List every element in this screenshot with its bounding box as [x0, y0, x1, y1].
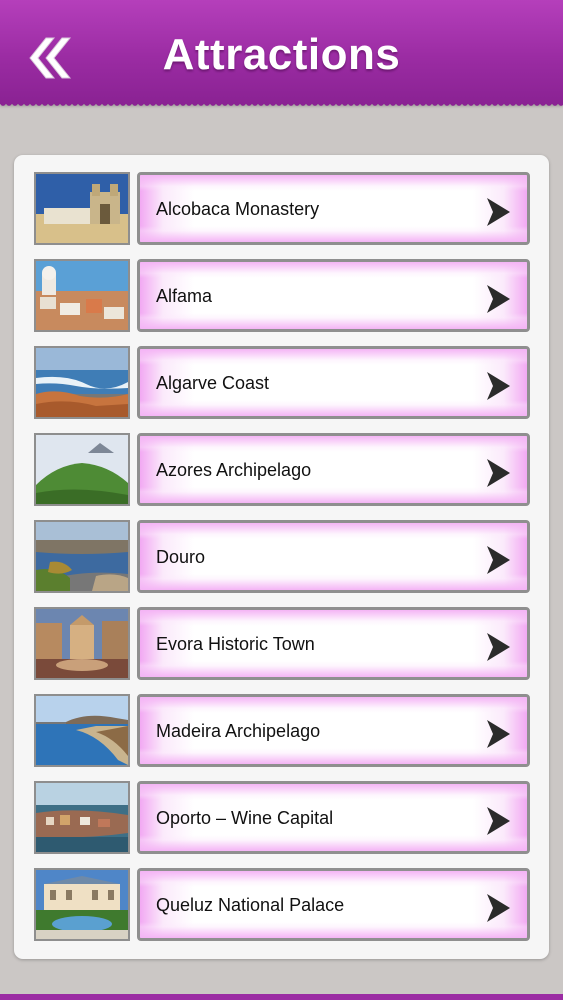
thumbnail-azores-archipelago [34, 433, 130, 506]
chevron-right-icon [487, 546, 510, 574]
list-item-alfama[interactable]: Alfama [34, 259, 530, 334]
attractions-list: Alcobaca Monastery Alfama Algarve Coast … [14, 155, 549, 959]
thumbnail-oporto-wine-capital [34, 781, 130, 854]
list-item-queluz-national-palace[interactable]: Queluz National Palace [34, 868, 530, 943]
list-item-evora-historic-town[interactable]: Evora Historic Town [34, 607, 530, 682]
list-item-button[interactable]: Madeira Archipelago [137, 694, 530, 767]
list-item-button[interactable]: Alfama [137, 259, 530, 332]
chevron-right-icon [487, 285, 510, 313]
page-title: Attractions [162, 30, 401, 79]
thumbnail-douro [34, 520, 130, 593]
list-item-label: Madeira Archipelago [156, 721, 321, 741]
list-item-label: Alfama [156, 286, 213, 306]
list-item-oporto-wine-capital[interactable]: Oporto – Wine Capital [34, 781, 530, 856]
list-item-button[interactable]: Azores Archipelago [137, 433, 530, 506]
thumbnail-alfama [34, 259, 130, 332]
list-item-button[interactable]: Douro [137, 520, 530, 593]
header-scalloped-edge [0, 103, 563, 109]
thumbnail-alcobaca-monastery [34, 172, 130, 245]
chevron-right-icon [487, 372, 510, 400]
list-item-label: Queluz National Palace [156, 895, 345, 915]
chevron-right-icon [487, 894, 510, 922]
list-item-algarve-coast[interactable]: Algarve Coast [34, 346, 530, 421]
list-item-label: Douro [156, 547, 206, 567]
list-item-button[interactable]: Alcobaca Monastery [137, 172, 530, 245]
thumbnail-algarve-coast [34, 346, 130, 419]
list-item-button[interactable]: Oporto – Wine Capital [137, 781, 530, 854]
list-item-label: Alcobaca Monastery [156, 199, 320, 219]
list-item-label: Azores Archipelago [156, 460, 312, 480]
list-item-label: Algarve Coast [156, 373, 270, 393]
list-item-button[interactable]: Queluz National Palace [137, 868, 530, 941]
thumbnail-evora-historic-town [34, 607, 130, 680]
thumbnail-queluz-national-palace [34, 868, 130, 941]
chevron-right-icon [487, 459, 510, 487]
list-item-button[interactable]: Evora Historic Town [137, 607, 530, 680]
list-item-alcobaca-monastery[interactable]: Alcobaca Monastery [34, 172, 530, 247]
chevron-right-icon [487, 720, 510, 748]
list-item-azores-archipelago[interactable]: Azores Archipelago [34, 433, 530, 508]
list-item-label: Oporto – Wine Capital [156, 808, 334, 828]
footer-bar [0, 994, 563, 1000]
chevron-right-icon [487, 807, 510, 835]
app-header: Attractions [0, 0, 563, 104]
thumbnail-madeira-archipelago [34, 694, 130, 767]
list-item-madeira-archipelago[interactable]: Madeira Archipelago [34, 694, 530, 769]
chevron-right-icon [487, 198, 510, 226]
list-item-label: Evora Historic Town [156, 634, 315, 654]
list-item-button[interactable]: Algarve Coast [137, 346, 530, 419]
chevron-right-icon [487, 633, 510, 661]
list-item-douro[interactable]: Douro [34, 520, 530, 595]
